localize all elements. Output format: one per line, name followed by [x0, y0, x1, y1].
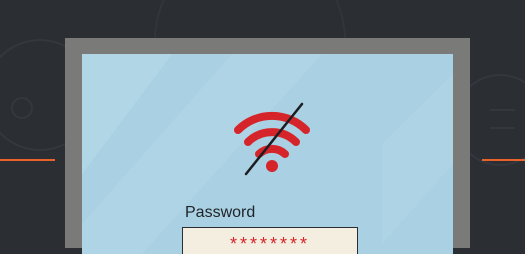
- password-value: ********: [229, 234, 311, 254]
- accent-line-left: [0, 159, 55, 161]
- wifi-disconnected-icon: [234, 102, 310, 176]
- password-field[interactable]: ********: [182, 227, 358, 254]
- monitor-frame: Password ********: [65, 38, 470, 254]
- illustration-scene: Password ********: [0, 0, 525, 254]
- accent-line-right: [482, 159, 525, 161]
- monitor-screen: Password ********: [82, 54, 453, 254]
- password-label: Password: [185, 204, 256, 221]
